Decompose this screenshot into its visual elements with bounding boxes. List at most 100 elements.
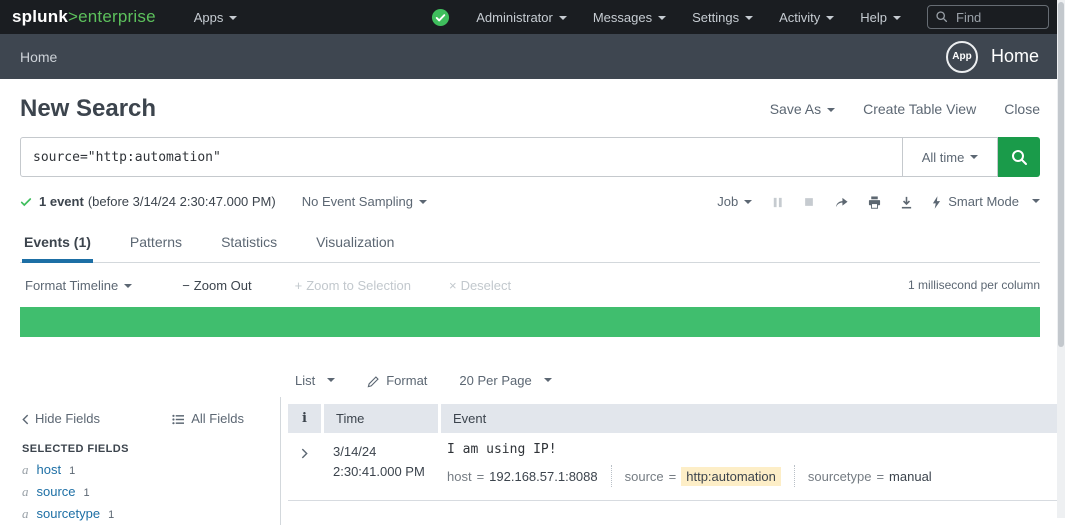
format-results-menu[interactable]: Format bbox=[367, 372, 427, 387]
format-timeline-menu[interactable]: Format Timeline bbox=[25, 278, 132, 293]
per-page-label: 20 Per Page bbox=[459, 373, 531, 388]
share-job-icon[interactable] bbox=[834, 193, 849, 208]
print-icon[interactable] bbox=[868, 193, 881, 208]
chevron-down-icon bbox=[827, 108, 835, 116]
field-name-link[interactable]: sourcetype bbox=[37, 506, 101, 521]
find-input[interactable] bbox=[954, 9, 1041, 26]
format-timeline-label: Format Timeline bbox=[25, 278, 118, 293]
event-raw-text[interactable]: I am using IP! bbox=[447, 442, 1058, 457]
create-table-view-button[interactable]: Create Table View bbox=[863, 101, 976, 117]
timeline-histogram-bar[interactable] bbox=[20, 307, 1040, 337]
splunk-logo[interactable]: splunk>enterprise bbox=[12, 7, 156, 27]
field-key: host bbox=[447, 469, 472, 484]
help-menu[interactable]: Help bbox=[860, 10, 901, 25]
main-content: New Search Save As Create Table View Clo… bbox=[0, 95, 1065, 525]
event-cell: I am using IP! host = 192.168.57.1:8088 … bbox=[435, 442, 1058, 487]
event-field-values: host = 192.168.57.1:8088 source = http:a… bbox=[447, 465, 1058, 487]
job-status-bar: 1 event (before 3/14/24 2:30:47.000 PM) … bbox=[20, 189, 1040, 213]
events-table: i Time Event 3/14/24 2:30:41.000 PM I am… bbox=[281, 397, 1065, 525]
job-menu[interactable]: Job bbox=[717, 194, 752, 209]
field-item-host[interactable]: a host 1 bbox=[22, 462, 270, 477]
field-name-link[interactable]: host bbox=[37, 462, 62, 477]
activity-menu[interactable]: Activity bbox=[779, 10, 834, 25]
job-controls: Job Smart Mode bbox=[717, 193, 1040, 208]
x-icon: × bbox=[449, 278, 457, 293]
tab-events[interactable]: Events (1) bbox=[22, 228, 93, 263]
event-field-source[interactable]: source = http:automation bbox=[625, 467, 781, 486]
event-field-sourcetype[interactable]: sourcetype = manual bbox=[808, 469, 932, 484]
search-header-actions: Save As Create Table View Close bbox=[770, 101, 1040, 117]
selected-fields-title: SELECTED FIELDS bbox=[22, 443, 270, 455]
field-separator bbox=[611, 465, 612, 487]
chevron-left-icon bbox=[22, 411, 29, 426]
chevron-down-icon bbox=[970, 155, 978, 163]
all-fields-label: All Fields bbox=[191, 411, 244, 426]
save-as-label: Save As bbox=[770, 101, 821, 117]
zoom-out-button[interactable]: −Zoom Out bbox=[182, 278, 251, 293]
event-date: 3/14/24 bbox=[333, 442, 435, 462]
expand-event-button[interactable] bbox=[288, 442, 321, 487]
administrator-menu[interactable]: Administrator bbox=[476, 10, 567, 25]
chevron-down-icon bbox=[327, 378, 335, 386]
chevron-down-icon bbox=[658, 16, 666, 24]
tab-visualization[interactable]: Visualization bbox=[314, 228, 396, 262]
format-results-label: Format bbox=[386, 373, 427, 388]
time-range-label: All time bbox=[922, 150, 965, 165]
hide-fields-label: Hide Fields bbox=[35, 411, 100, 426]
list-view-label: List bbox=[295, 373, 315, 388]
apps-menu[interactable]: Apps bbox=[194, 10, 238, 25]
export-download-icon[interactable] bbox=[900, 193, 913, 208]
lightning-bolt-icon bbox=[932, 193, 941, 208]
job-menu-label: Job bbox=[717, 194, 738, 209]
settings-menu-label: Settings bbox=[692, 10, 739, 25]
chevron-down-icon bbox=[744, 200, 752, 208]
logo-brand-text: splunk bbox=[12, 7, 68, 26]
scrollbar-thumb[interactable] bbox=[1058, 2, 1064, 347]
chevron-down-icon bbox=[893, 16, 901, 24]
result-count: 1 event bbox=[39, 194, 84, 209]
field-item-sourcetype[interactable]: a sourcetype 1 bbox=[22, 506, 270, 521]
pencil-icon bbox=[367, 372, 380, 387]
field-key: source bbox=[625, 469, 664, 484]
all-fields-button[interactable]: All Fields bbox=[172, 411, 244, 426]
search-bar: All time bbox=[20, 137, 1040, 177]
field-value-highlighted[interactable]: http:automation bbox=[681, 467, 781, 486]
event-time: 2:30:41.000 PM bbox=[333, 462, 435, 482]
chevron-down-icon bbox=[1032, 199, 1040, 207]
hide-fields-button[interactable]: Hide Fields bbox=[22, 411, 100, 426]
column-header-event[interactable]: Event bbox=[441, 404, 1058, 433]
field-value[interactable]: manual bbox=[889, 469, 932, 484]
health-status-icon[interactable] bbox=[431, 8, 450, 27]
settings-menu[interactable]: Settings bbox=[692, 10, 753, 25]
find-search-box[interactable] bbox=[927, 5, 1049, 29]
tab-patterns[interactable]: Patterns bbox=[128, 228, 184, 262]
list-view-menu[interactable]: List bbox=[295, 373, 335, 388]
results-area: Hide Fields All Fields SELECTED FIELDS a… bbox=[0, 397, 1065, 525]
stop-job-icon[interactable] bbox=[803, 194, 815, 209]
chevron-down-icon bbox=[559, 16, 567, 24]
event-sampling-menu[interactable]: No Event Sampling bbox=[302, 194, 427, 209]
per-page-menu[interactable]: 20 Per Page bbox=[459, 373, 551, 388]
search-submit-button[interactable] bbox=[998, 137, 1040, 177]
search-query-input[interactable] bbox=[20, 137, 903, 177]
save-as-button[interactable]: Save As bbox=[770, 101, 835, 117]
column-header-time[interactable]: Time bbox=[324, 404, 438, 433]
timeline-controls: Format Timeline −Zoom Out +Zoom to Selec… bbox=[20, 273, 1040, 297]
field-name-link[interactable]: source bbox=[37, 484, 76, 499]
search-mode-menu[interactable]: Smart Mode bbox=[932, 193, 1040, 208]
vertical-scrollbar[interactable] bbox=[1057, 0, 1065, 518]
help-menu-label: Help bbox=[860, 10, 887, 25]
field-item-source[interactable]: a source 1 bbox=[22, 484, 270, 499]
list-icon bbox=[172, 411, 185, 426]
messages-menu[interactable]: Messages bbox=[593, 10, 666, 25]
messages-menu-label: Messages bbox=[593, 10, 652, 25]
close-button[interactable]: Close bbox=[1004, 101, 1040, 117]
tab-statistics[interactable]: Statistics bbox=[219, 228, 279, 262]
column-header-info[interactable]: i bbox=[288, 404, 321, 433]
event-field-host[interactable]: host = 192.168.57.1:8088 bbox=[447, 469, 598, 484]
breadcrumb-home-link[interactable]: Home bbox=[20, 49, 57, 65]
pause-job-icon[interactable] bbox=[771, 193, 784, 208]
time-range-picker[interactable]: All time bbox=[903, 137, 998, 177]
equals-sign: = bbox=[876, 469, 884, 484]
field-value[interactable]: 192.168.57.1:8088 bbox=[489, 469, 597, 484]
